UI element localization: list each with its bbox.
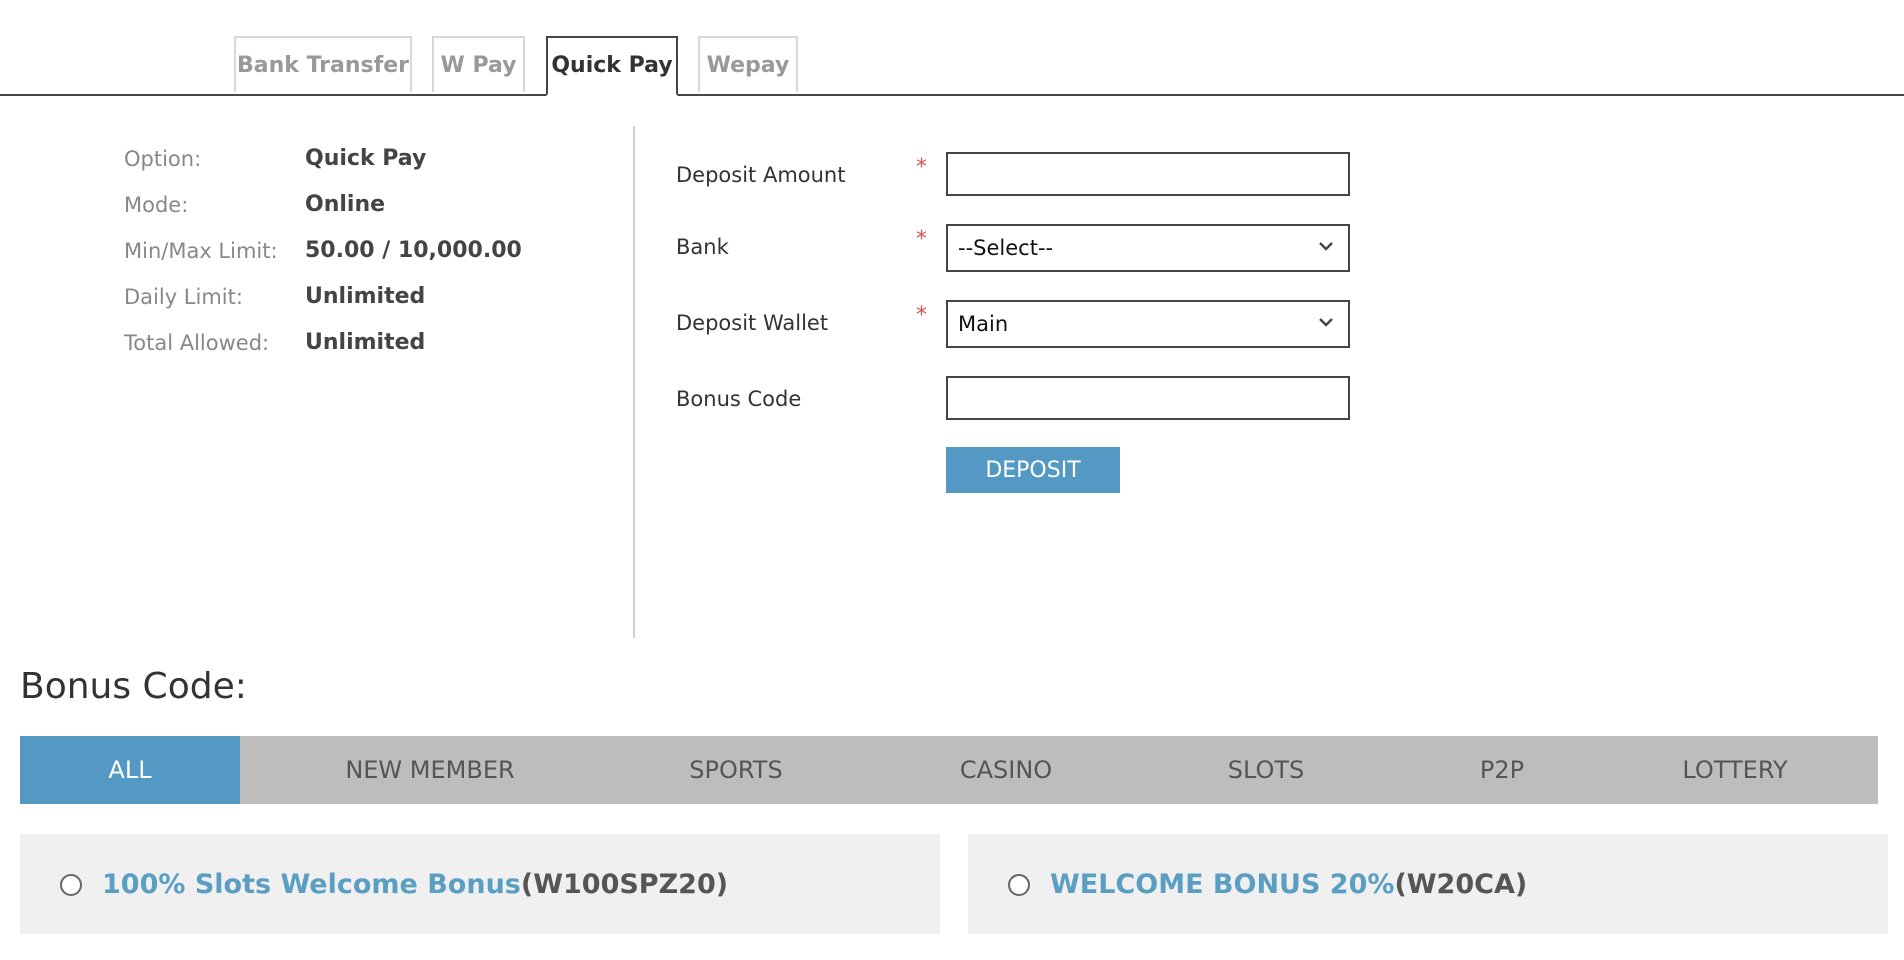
required-marker: *	[916, 303, 927, 328]
deposit-wallet-row: Deposit Wallet * Main	[676, 300, 1376, 348]
info-row-total: Total Allowed: Unlimited	[124, 324, 624, 370]
chevron-down-icon	[1319, 318, 1333, 327]
deposit-wallet-select[interactable]: Main	[946, 300, 1350, 348]
deposit-page: Bank Transfer W Pay Quick Pay Wepay Opti…	[0, 0, 1904, 960]
category-tab-all[interactable]: ALL	[20, 736, 240, 804]
total-allowed-value: Unlimited	[305, 330, 426, 355]
category-tab-lottery[interactable]: LOTTERY	[1635, 736, 1835, 804]
bonus-code-label: Bonus Code	[676, 387, 802, 411]
info-row-option: Option: Quick Pay	[124, 140, 624, 186]
deposit-wallet-label: Deposit Wallet	[676, 311, 829, 335]
required-marker: *	[916, 155, 927, 180]
total-allowed-label: Total Allowed:	[124, 331, 270, 355]
wallet-selected-value: Main	[958, 312, 1009, 336]
payment-info-panel: Option: Quick Pay Mode: Online Min/Max L…	[124, 140, 624, 370]
bonus-name[interactable]: 100% Slots Welcome Bonus	[102, 869, 521, 900]
deposit-button[interactable]: DEPOSIT	[946, 447, 1120, 493]
bonus-name[interactable]: WELCOME BONUS 20%	[1050, 869, 1394, 900]
deposit-amount-row: Deposit Amount *	[676, 152, 1376, 200]
category-tab-sports[interactable]: SPORTS	[636, 736, 836, 804]
bonus-code-input[interactable]	[946, 376, 1350, 420]
daily-limit-label: Daily Limit:	[124, 285, 243, 309]
category-tab-slots[interactable]: SLOTS	[1166, 736, 1366, 804]
category-tab-new-member[interactable]: NEW MEMBER	[310, 736, 550, 804]
limit-value: 50.00 / 10,000.00	[305, 238, 522, 263]
bonus-card[interactable]: 100% Slots Welcome Bonus(W100SPZ20)	[20, 834, 940, 934]
deposit-amount-label: Deposit Amount	[676, 163, 846, 187]
info-row-mode: Mode: Online	[124, 186, 624, 232]
bank-row: Bank * --Select--	[676, 224, 1376, 272]
limit-label: Min/Max Limit:	[124, 239, 278, 263]
bank-label: Bank	[676, 235, 729, 259]
deposit-amount-input[interactable]	[946, 152, 1350, 196]
category-tab-casino[interactable]: CASINO	[906, 736, 1106, 804]
bank-select[interactable]: --Select--	[946, 224, 1350, 272]
chevron-down-icon	[1319, 242, 1333, 251]
info-row-daily: Daily Limit: Unlimited	[124, 278, 624, 324]
tab-bank-transfer[interactable]: Bank Transfer	[234, 36, 412, 92]
tab-wepay[interactable]: Wepay	[698, 36, 798, 92]
payment-method-tabs: Bank Transfer W Pay Quick Pay Wepay	[0, 36, 1904, 96]
category-tab-p2p[interactable]: P2P	[1402, 736, 1602, 804]
daily-limit-value: Unlimited	[305, 284, 426, 309]
bonus-card-text: 100% Slots Welcome Bonus(W100SPZ20)	[102, 834, 728, 936]
option-label: Option:	[124, 147, 202, 171]
mode-label: Mode:	[124, 193, 189, 217]
bonus-card-text: WELCOME BONUS 20%(W20CA)	[1050, 834, 1527, 936]
bonus-code: (W100SPZ20)	[520, 869, 729, 900]
bonus-code-row: Bonus Code	[676, 376, 1376, 424]
bonus-radio[interactable]	[1008, 874, 1030, 896]
bonus-category-tabs: ALL NEW MEMBER SPORTS CASINO SLOTS P2P L…	[20, 736, 1878, 804]
bank-selected-value: --Select--	[958, 236, 1054, 260]
mode-value: Online	[305, 192, 386, 217]
bonus-section-title: Bonus Code:	[20, 666, 247, 707]
bonus-radio[interactable]	[60, 874, 82, 896]
tab-quick-pay[interactable]: Quick Pay	[546, 36, 678, 96]
bonus-card[interactable]: WELCOME BONUS 20%(W20CA)	[968, 834, 1888, 934]
tab-w-pay[interactable]: W Pay	[432, 36, 525, 92]
info-row-limit: Min/Max Limit: 50.00 / 10,000.00	[124, 232, 624, 278]
option-value: Quick Pay	[305, 146, 427, 171]
bonus-code: (W20CA)	[1394, 869, 1528, 900]
required-marker: *	[916, 227, 927, 252]
panel-divider	[633, 126, 635, 638]
